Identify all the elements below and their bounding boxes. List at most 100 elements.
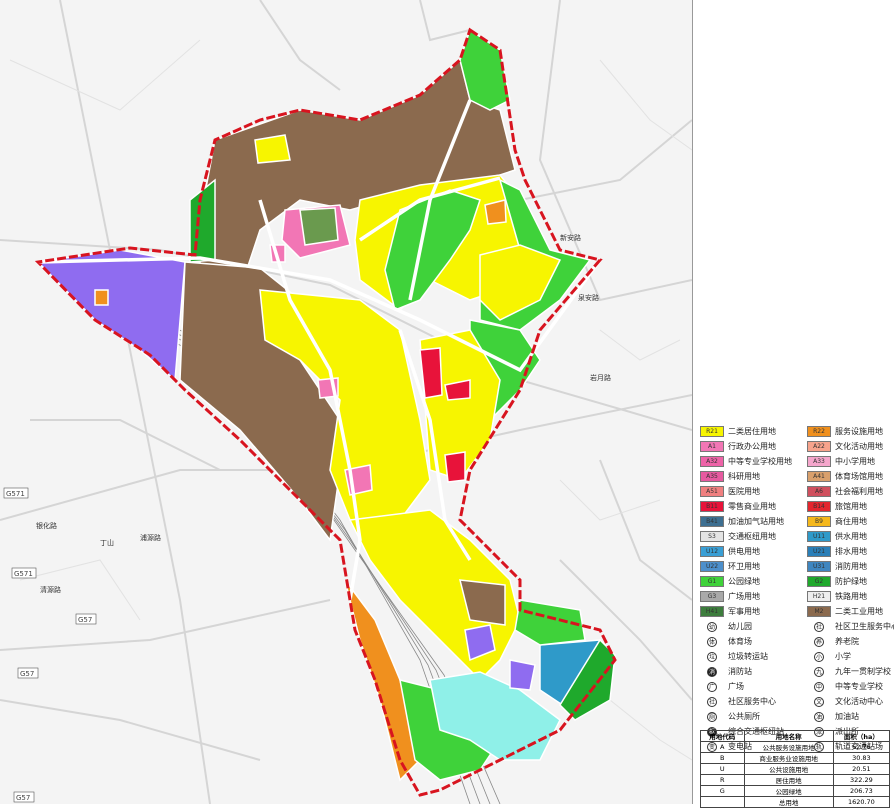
legend-item-h21: H21 铁路用地 xyxy=(807,590,867,603)
place-label-2: 银化路 xyxy=(36,521,57,530)
place-label-3: 清源路 xyxy=(40,585,61,594)
legend-label: 加油加气站用地 xyxy=(728,517,784,526)
place-label-1: 丁山 xyxy=(100,538,114,547)
legend-label: 交通枢纽用地 xyxy=(728,532,776,541)
svg-text:G571: G571 xyxy=(6,490,25,498)
legend-label: 铁路用地 xyxy=(835,592,867,601)
legend-item-b14: B14 旅馆用地 xyxy=(807,500,867,513)
legend-swatch: A41 xyxy=(807,471,831,482)
facility-symbol-icon: 社 xyxy=(705,696,719,707)
landuse-patches xyxy=(36,28,616,782)
table-row: R 居住用地 322.29 xyxy=(700,774,891,786)
legend-label: 小学 xyxy=(835,652,851,661)
area-summary-table: 用地代码 用地名称 面积（ha） A 公共服务设施用地 62.76 B 商业服务业设施用… xyxy=(700,730,891,808)
place-label-7: 新安路 xyxy=(560,233,581,242)
legend-label: 体育场馆用地 xyxy=(835,472,883,481)
legend-item-b41: B41 加油加气站用地 xyxy=(700,515,784,528)
svg-text:G57: G57 xyxy=(78,616,92,624)
legend-swatch: U21 xyxy=(807,546,831,557)
landuse-map[interactable]: G571 G571 G57 G57 G57 丁山 银化路 清源路 岩月路 浦源路… xyxy=(0,0,693,804)
facility-symbol-icon: 文 xyxy=(812,696,826,707)
legend-item-g2: G2 防护绿地 xyxy=(807,575,867,588)
legend-swatch: U11 xyxy=(807,531,831,542)
facility-symbol-icon: 中 xyxy=(812,681,826,692)
road-label-5: G57 xyxy=(13,791,35,803)
legend-facility-item: 养养老院 xyxy=(807,635,859,648)
table-cell: 公共服务设施用地 xyxy=(743,741,834,753)
legend-swatch: A51 xyxy=(700,486,724,497)
facility-symbol-icon: 九 xyxy=(812,666,826,677)
legend-item-u11: U11 供水用地 xyxy=(807,530,867,543)
legend-item-a35: A35 科研用地 xyxy=(700,470,760,483)
legend-item-r22: R22 服务设施用地 xyxy=(807,425,883,438)
place-label-6: 泉安路 xyxy=(578,293,599,302)
legend-item-b9: B9 商住用地 xyxy=(807,515,867,528)
legend-facility-item: 体体育场 xyxy=(700,635,752,648)
legend-label: 供电用地 xyxy=(728,547,760,556)
table-cell: B xyxy=(700,752,745,764)
facility-symbol-icon: 小 xyxy=(812,651,826,662)
place-label-4: 岩月路 xyxy=(590,373,611,382)
header-area: 面积（ha） xyxy=(832,730,891,742)
legend-label: 文化活动中心 xyxy=(835,697,883,706)
legend-swatch: S3 xyxy=(700,531,724,542)
table-cell: 322.29 xyxy=(832,774,891,786)
legend-item-u21: U21 排水用地 xyxy=(807,545,867,558)
place-label-5: 浦源路 xyxy=(140,533,161,542)
legend-label: 广场 xyxy=(728,682,744,691)
legend-swatch: A32 xyxy=(700,456,724,467)
facility-symbol-icon: 垃 xyxy=(705,651,719,662)
legend-item-g1: G1 公园绿地 xyxy=(700,575,760,588)
legend-label: 服务设施用地 xyxy=(835,427,883,436)
legend-label: 加油站 xyxy=(835,712,859,721)
legend-swatch: B14 xyxy=(807,501,831,512)
legend-item-m2: M2 二类工业用地 xyxy=(807,605,883,618)
legend-item-u22: U22 环卫用地 xyxy=(700,560,760,573)
legend-swatch: A6 xyxy=(807,486,831,497)
legend-label: 旅馆用地 xyxy=(835,502,867,511)
legend-facility-item: 社社区卫生服务中心 xyxy=(807,620,894,633)
legend-swatch: B11 xyxy=(700,501,724,512)
legend-swatch: U22 xyxy=(700,561,724,572)
legend-label: 商住用地 xyxy=(835,517,867,526)
legend-swatch: A1 xyxy=(700,441,724,452)
legend-label: 体育场 xyxy=(728,637,752,646)
legend-facility-item: 九九年一贯制学校 xyxy=(807,665,891,678)
legend-label: 文化活动用地 xyxy=(835,442,883,451)
legend-swatch: A22 xyxy=(807,441,831,452)
legend-swatch: M2 xyxy=(807,606,831,617)
legend-facility-item: 垃垃圾转运站 xyxy=(700,650,768,663)
road-label-2: G571 xyxy=(11,567,37,579)
facility-symbol-icon: 油 xyxy=(812,711,826,722)
legend-item-u12: U12 供电用地 xyxy=(700,545,760,558)
table-cell: R xyxy=(700,774,745,786)
legend-label: 社区服务中心 xyxy=(728,697,776,706)
legend-facility-item: 小小学 xyxy=(807,650,851,663)
road-label-3: G57 xyxy=(17,667,39,679)
legend-swatch: A33 xyxy=(807,456,831,467)
legend-label: 中等专业学校 xyxy=(835,682,883,691)
legend-facility-item: 消消防站 xyxy=(700,665,752,678)
table-cell: 公园绿地 xyxy=(743,785,834,797)
legend-swatch: R21 xyxy=(700,426,724,437)
legend-label: 幼儿园 xyxy=(728,622,752,631)
table-cell: 商业服务业设施用地 xyxy=(743,752,834,764)
legend-label: 二类居住用地 xyxy=(728,427,776,436)
legend-swatch: H21 xyxy=(807,591,831,602)
legend-label: 九年一贯制学校 xyxy=(835,667,891,676)
legend-label: 排水用地 xyxy=(835,547,867,556)
facility-symbol-icon: 广 xyxy=(705,681,719,692)
legend-label: 广场用地 xyxy=(728,592,760,601)
legend-swatch: G2 xyxy=(807,576,831,587)
legend-facility-item: 幼幼儿园 xyxy=(700,620,752,633)
legend-label: 社会福利用地 xyxy=(835,487,883,496)
road-label-4: G57 xyxy=(75,613,97,625)
facility-symbol-icon: 体 xyxy=(705,636,719,647)
legend-item-a51: A51 医院用地 xyxy=(700,485,760,498)
legend-label: 科研用地 xyxy=(728,472,760,481)
table-cell: G xyxy=(700,785,745,797)
table-row: G 公园绿地 206.73 xyxy=(700,785,891,797)
legend-swatch: G1 xyxy=(700,576,724,587)
legend-label: 消防站 xyxy=(728,667,752,676)
table-cell xyxy=(700,796,745,808)
